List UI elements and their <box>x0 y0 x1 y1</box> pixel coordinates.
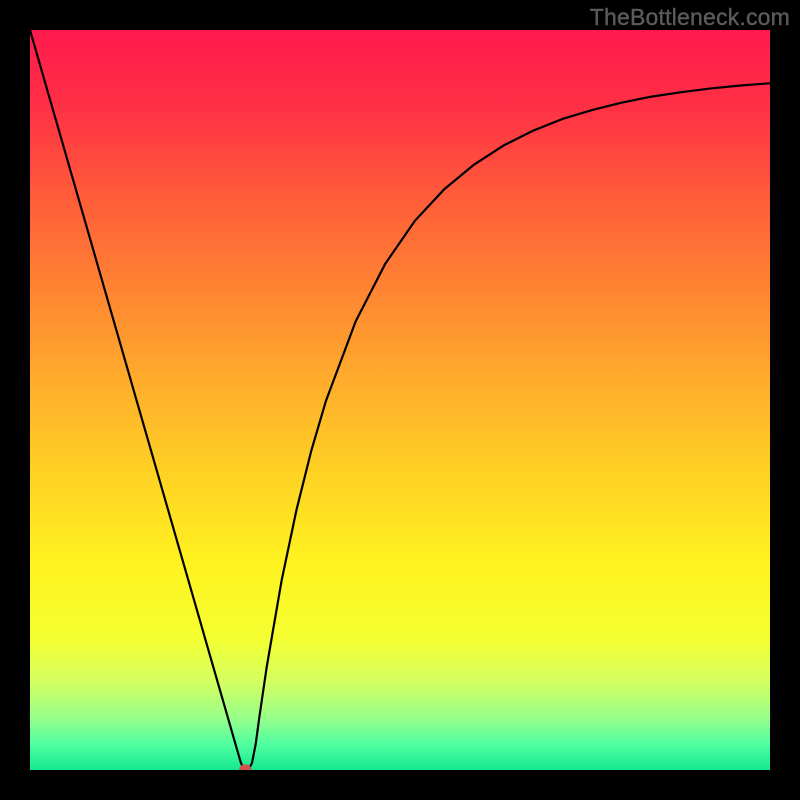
plot-area <box>30 30 770 770</box>
attribution-label: TheBottleneck.com <box>590 4 790 31</box>
chart-container: TheBottleneck.com <box>0 0 800 800</box>
gradient-background <box>30 30 770 770</box>
chart-svg <box>30 30 770 770</box>
